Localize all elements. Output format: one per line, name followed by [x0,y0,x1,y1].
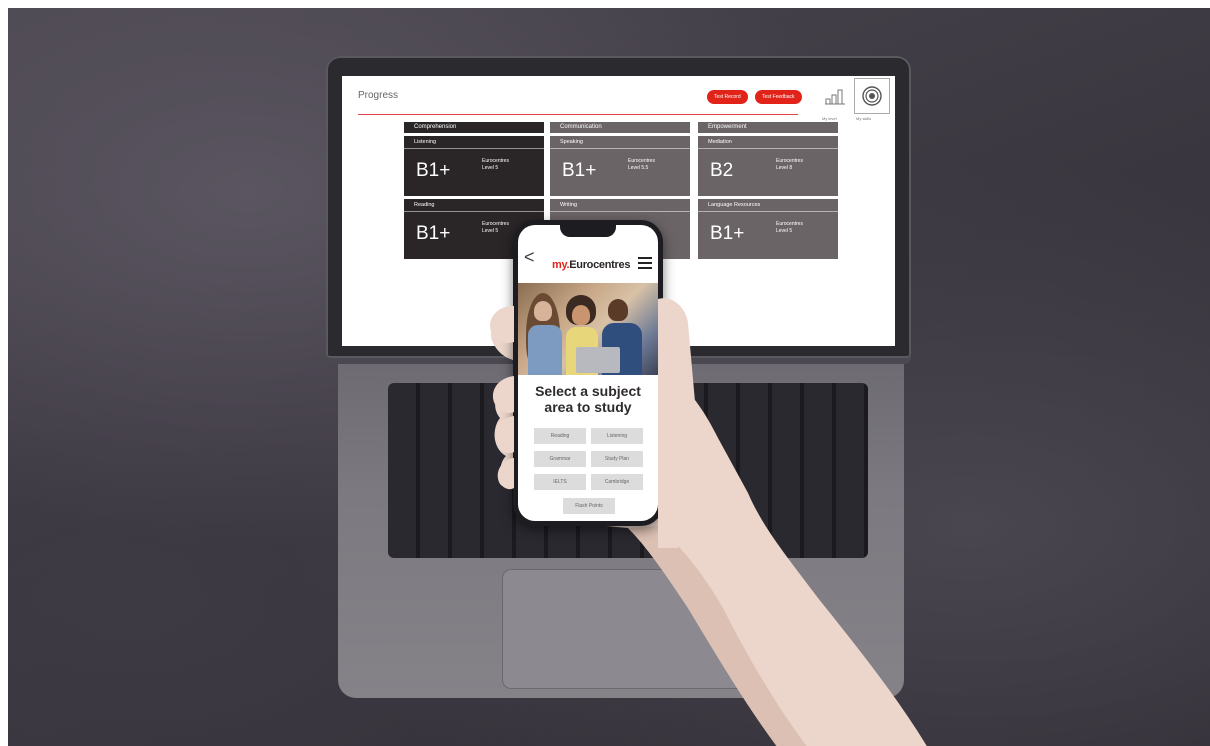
back-icon[interactable]: < [524,247,535,268]
test-record-button[interactable]: Test Record [707,90,748,104]
my-skills-button[interactable] [854,78,890,114]
skill-card-listening[interactable]: Listening B1+ Eurocentres Level 5 [404,136,544,196]
my-level-label: My level [822,116,837,121]
my-skills-label: My skills [856,116,872,121]
skill-card-mediation[interactable]: Mediation B2 Eurocentres Level 8 [698,136,838,196]
app-logo[interactable]: my.Eurocentres [552,259,630,271]
column-header: Communication [550,122,690,133]
column-empowerment: Empowerment Mediation B2 Eurocentres Leve… [698,122,838,262]
card-title: Listening [404,136,544,149]
subject-button-listening[interactable]: Listening [591,428,643,444]
test-feedback-button[interactable]: Test Feedback [755,90,802,104]
card-subtitle: Eurocentres Level 5 [482,221,509,234]
card-subtitle: Eurocentres Level 8 [776,158,803,171]
card-title: Reading [404,199,544,212]
column-header: Comprehension [404,122,544,133]
skill-card-speaking[interactable]: Speaking B1+ Eurocentres Level 5.5 [550,136,690,196]
page-title: Progress [358,90,399,101]
subject-button-study-plan[interactable]: Study Plan [591,451,643,467]
title-divider [358,114,798,115]
card-level: B1+ [416,160,451,181]
palm-illustration [658,298,697,548]
card-title: Language Resources [698,199,838,212]
subject-button-ielts[interactable]: IELTS [534,474,586,490]
subject-button-flash-points[interactable]: Flash Points [563,498,615,514]
phone-notch [560,225,616,237]
card-title: Speaking [550,136,690,149]
fingers-illustration [490,306,514,490]
subject-button-grammar[interactable]: Grammar [534,451,586,467]
card-title: Mediation [698,136,838,149]
my-level-button[interactable] [817,78,853,114]
card-level: B1+ [416,223,451,244]
target-icon [862,86,882,106]
card-subtitle: Eurocentres Level 5 [482,158,509,171]
card-level: B1+ [562,160,597,181]
subject-button-cambridge[interactable]: Cambridge [591,474,643,490]
bar-chart-icon [825,89,845,105]
photo-scene: Progress Test Record Test Feedback My le… [8,8,1210,746]
subject-button-reading[interactable]: Reading [534,428,586,444]
card-subtitle: Eurocentres Level 5.5 [628,158,655,171]
hamburger-menu-icon[interactable] [638,257,652,272]
card-level: B1+ [710,223,745,244]
card-subtitle: Eurocentres Level 5 [776,221,803,234]
column-header: Empowerment [698,122,838,133]
skill-card-language-resources[interactable]: Language Resources B1+ Eurocentres Level … [698,199,838,259]
card-level: B2 [710,160,734,181]
card-title: Writing [550,199,690,212]
